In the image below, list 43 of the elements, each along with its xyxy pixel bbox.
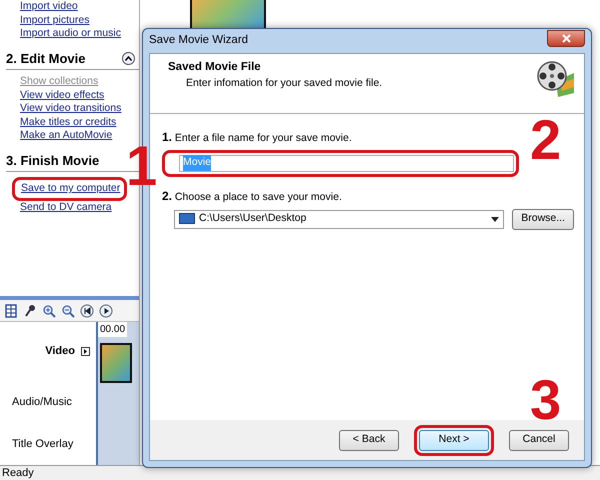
- wizard-heading: Saved Movie File: [168, 60, 262, 75]
- close-button[interactable]: [547, 30, 585, 47]
- task-link[interactable]: Import audio or music: [6, 27, 121, 40]
- chevron-up-icon: [125, 56, 132, 61]
- track-label: Title Overlay: [12, 436, 74, 452]
- caret-icon: [491, 216, 500, 222]
- task-link[interactable]: Make an AutoMovie: [6, 129, 112, 142]
- expand-icon[interactable]: [81, 346, 90, 356]
- wizard-button[interactable]: Cancel: [509, 430, 569, 450]
- wizard-button[interactable]: Next >: [419, 430, 489, 450]
- desktop-icon: [179, 213, 195, 225]
- task-link[interactable]: Import video: [6, 0, 78, 14]
- section-heading: 3. Finish Movie: [6, 152, 100, 170]
- task-link[interactable]: View video transitions: [6, 102, 122, 116]
- zoom-in-icon[interactable]: [42, 304, 56, 318]
- microphone-icon[interactable]: [23, 304, 37, 318]
- video-clip-thumbnail[interactable]: [100, 343, 132, 383]
- task-link[interactable]: Send to DV camera: [6, 200, 112, 214]
- film-reel-icon: [536, 59, 576, 99]
- task-link[interactable]: Save to my computer: [17, 182, 122, 196]
- collapse-button[interactable]: [122, 52, 135, 65]
- time-ruler-label: 00.00: [98, 322, 128, 337]
- annotation-number: 3: [530, 372, 562, 428]
- storyboard-icon[interactable]: [4, 304, 18, 318]
- annotation-number: 2: [530, 112, 562, 168]
- track-label: Audio/Music: [12, 394, 72, 410]
- task-link[interactable]: Make titles or credits: [6, 116, 116, 129]
- wizard-button[interactable]: < Back: [339, 430, 399, 450]
- step-label: 1. Enter a file name for your save movie.: [162, 129, 353, 146]
- dialog-title: Save Movie Wizard: [149, 33, 248, 48]
- section-heading: 2. Edit Movie: [6, 50, 86, 68]
- rewind-icon[interactable]: [80, 304, 94, 318]
- task-link[interactable]: Import pictures: [6, 14, 90, 27]
- zoom-out-icon[interactable]: [61, 304, 75, 318]
- browse-button[interactable]: Browse...: [512, 208, 574, 230]
- wizard-subtitle: Enter infomation for your saved movie file.: [185, 76, 382, 92]
- folder-dropdown[interactable]: C:\Users\User\Desktop: [174, 210, 504, 228]
- task-link: Show collections: [19, 75, 98, 88]
- task-link[interactable]: View video effects: [6, 88, 104, 102]
- step-label: 2. Choose a place to save your movie.: [162, 188, 343, 205]
- track-label: Video: [45, 344, 75, 360]
- play-icon[interactable]: [99, 304, 113, 318]
- close-icon: [562, 34, 570, 43]
